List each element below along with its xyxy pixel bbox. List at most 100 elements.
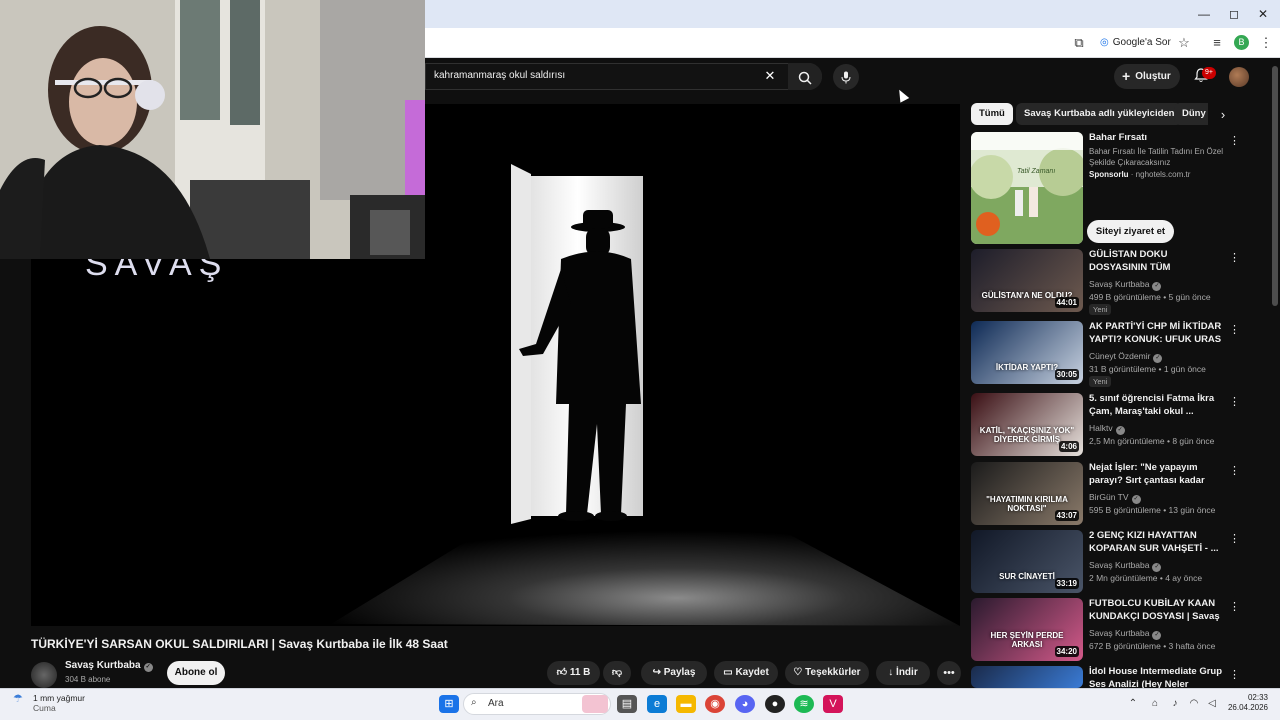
- share-button[interactable]: ↪ Paylaş: [641, 661, 707, 685]
- voice-search-button[interactable]: [833, 64, 859, 90]
- tray-wifi-icon[interactable]: ◠: [1187, 696, 1201, 712]
- edge-browser-icon[interactable]: e: [647, 695, 667, 713]
- new-badge: Yeni: [1089, 376, 1112, 387]
- browser-menu-icon[interactable]: ⋮: [1256, 33, 1276, 53]
- video-duration: 30:05: [1054, 369, 1079, 380]
- visit-site-button[interactable]: Siteyi ziyaret et: [1087, 220, 1174, 243]
- ad-thumbnail[interactable]: [971, 132, 1083, 244]
- video-thumbnail[interactable]: SUR CİNAYETİ 33:19: [971, 530, 1083, 593]
- video-duration: 33:19: [1054, 578, 1079, 589]
- save-label: Kaydet: [735, 667, 769, 678]
- video-channel[interactable]: Halktv ✓: [1089, 423, 1125, 435]
- video-title[interactable]: 2 GENÇ KIZI HAYATTAN KOPARAN SUR VAHŞETİ…: [1089, 530, 1224, 555]
- account-avatar[interactable]: [1229, 67, 1249, 87]
- ad-title[interactable]: Bahar Fırsatı: [1089, 132, 1224, 145]
- video-stats: 2,5 Mn görüntüleme • 8 gün önce: [1089, 436, 1214, 446]
- video-thumbnail[interactable]: İKTİDAR YAPTI? 30:05: [971, 321, 1083, 384]
- tray-network-icon[interactable]: ⌂: [1148, 696, 1162, 712]
- video-title[interactable]: FUTBOLCU KUBİLAY KAAN KUNDAKÇI DOSYASI |…: [1089, 598, 1224, 623]
- video-thumbnail[interactable]: HER ŞEYİN PERDE ARKASI 34:20: [971, 598, 1083, 661]
- video-menu-icon[interactable]: ⋮: [1229, 464, 1240, 477]
- scrollbar-thumb[interactable]: [1272, 66, 1278, 306]
- video-channel[interactable]: Savaş Kurtbaba ✓: [1089, 279, 1162, 291]
- thanks-button[interactable]: ♡ Teşekkürler: [785, 661, 869, 685]
- ask-google-button[interactable]: ◎ Google'a Sor: [1094, 33, 1177, 53]
- verified-icon: ✓: [1115, 426, 1125, 435]
- video-title[interactable]: Nejat İşler: "Ne yapayım parayı? Sırt ça…: [1089, 462, 1224, 487]
- subscribe-button[interactable]: Abone ol: [167, 661, 225, 685]
- video-menu-icon[interactable]: ⋮: [1229, 668, 1240, 681]
- more-actions-button[interactable]: •••: [937, 661, 961, 685]
- maximize-button[interactable]: ◻: [1223, 4, 1245, 24]
- video-stats: 595 B görüntüleme • 13 gün önce: [1089, 505, 1215, 515]
- video-channel[interactable]: BirGün TV ✓: [1089, 492, 1141, 504]
- search-button[interactable]: [788, 63, 822, 90]
- verified-icon: ✓: [1152, 563, 1162, 572]
- video-title[interactable]: GÜLİSTAN DOKU DOSYASININ TÜM DETAYLARI |…: [1089, 249, 1224, 274]
- heart-dollar-icon: ♡: [793, 667, 803, 678]
- video-channel[interactable]: Savaş Kurtbaba ✓: [1089, 560, 1162, 572]
- separator: •: [1160, 505, 1169, 515]
- ad-menu-icon[interactable]: ⋮: [1229, 134, 1240, 147]
- search-query[interactable]: kahramanmaraş okul saldırısı: [434, 67, 565, 85]
- video-thumbnail[interactable]: GÜLİSTAN'A NE OLDU? 44:01: [971, 249, 1083, 312]
- taskbar-file-icon[interactable]: ▤: [617, 695, 637, 713]
- download-button[interactable]: ↓ İndir: [876, 661, 930, 685]
- chip-world[interactable]: Düny: [1174, 103, 1208, 125]
- video-thumbnail[interactable]: "HAYATIMIN KIRILMA NOKTASI" 43:07: [971, 462, 1083, 525]
- weather-widget[interactable]: 1 mm yağmur Cuma: [33, 693, 85, 713]
- taskbar-flower-widget-icon: [582, 695, 608, 713]
- obs-icon[interactable]: ●: [765, 695, 785, 713]
- start-windows-icon[interactable]: ⊞: [439, 695, 459, 713]
- chevron-right-icon[interactable]: ›: [1214, 106, 1232, 124]
- cast-icon[interactable]: ⧉: [1069, 33, 1089, 53]
- bookmark-star-icon[interactable]: ☆: [1174, 33, 1194, 53]
- minimize-button[interactable]: —: [1193, 4, 1215, 24]
- clear-search-icon[interactable]: ✕: [762, 67, 778, 85]
- tray-volume-icon[interactable]: ◁: [1205, 696, 1219, 712]
- video-channel[interactable]: Cüneyt Özdemir ✓: [1089, 351, 1163, 363]
- like-button[interactable]: 👍︎ 11 B: [547, 661, 600, 685]
- discord-icon[interactable]: ◕: [735, 695, 755, 713]
- new-badge: Yeni: [1089, 304, 1112, 315]
- video-menu-icon[interactable]: ⋮: [1229, 600, 1240, 613]
- taskbar-clock[interactable]: 02:33 26.04.2026: [1226, 693, 1268, 713]
- video-menu-icon[interactable]: ⋮: [1229, 251, 1240, 264]
- upload-age: 3 hafta önce: [1168, 641, 1216, 651]
- video-menu-icon[interactable]: ⋮: [1229, 532, 1240, 545]
- download-icon: ↓: [888, 667, 894, 678]
- video-menu-icon[interactable]: ⋮: [1229, 395, 1240, 408]
- chrome-browser-icon[interactable]: ◉: [705, 695, 725, 713]
- close-window-button[interactable]: ✕: [1252, 4, 1274, 24]
- file-explorer-icon[interactable]: ▬: [676, 695, 696, 713]
- video-stats: 2 Mn görüntüleme • 4 ay önce: [1089, 573, 1202, 583]
- profile-avatar[interactable]: B: [1234, 35, 1249, 50]
- tray-microphone-icon[interactable]: ♪: [1168, 696, 1182, 712]
- upload-age: 8 gün önce: [1172, 436, 1215, 446]
- separator: •: [1160, 292, 1169, 302]
- save-button[interactable]: ▭ Kaydet: [714, 661, 778, 685]
- video-thumbnail[interactable]: [971, 666, 1083, 688]
- taskbar-search-icon: ⌕: [471, 697, 477, 708]
- reading-list-icon[interactable]: ≡: [1207, 33, 1227, 53]
- spotify-icon[interactable]: ≋: [794, 695, 814, 713]
- video-channel[interactable]: Savaş Kurtbaba ✓: [1089, 628, 1162, 640]
- video-thumbnail[interactable]: KATİL, "KAÇIŞINIZ YOK" DİYEREK GİRMİŞ 4:0…: [971, 393, 1083, 456]
- create-label: Oluştur: [1135, 71, 1171, 82]
- channel-avatar[interactable]: [31, 662, 57, 688]
- dislike-button[interactable]: 👎︎: [603, 661, 631, 685]
- channel-name[interactable]: Savaş Kurtbaba ✓: [65, 660, 153, 672]
- view-count: 2 Mn görüntüleme: [1089, 573, 1158, 583]
- create-button[interactable]: + Oluştur: [1114, 64, 1180, 89]
- chip-uploader[interactable]: Savaş Kurtbaba adlı yükleyiciden: [1016, 103, 1183, 125]
- app-v-icon[interactable]: V: [823, 695, 843, 713]
- video-title[interactable]: AK PARTİ'Yİ CHP Mİ İKTİDAR YAPTI? KONUK:…: [1089, 321, 1224, 346]
- video-menu-icon[interactable]: ⋮: [1229, 323, 1240, 336]
- video-title[interactable]: 5. sınıf öğrencisi Fatma İkra Çam, Maraş…: [1089, 393, 1224, 418]
- channel-label: Savaş Kurtbaba: [1089, 279, 1150, 289]
- weather-rain-icon[interactable]: ☂: [13, 692, 27, 708]
- video-title: TÜRKİYE'Yİ SARSAN OKUL SALDIRILARI | Sav…: [31, 637, 448, 651]
- verified-icon: ✓: [1131, 495, 1141, 504]
- tray-chevron-up-icon[interactable]: ⌃: [1126, 696, 1140, 712]
- chip-all[interactable]: Tümü: [971, 103, 1013, 125]
